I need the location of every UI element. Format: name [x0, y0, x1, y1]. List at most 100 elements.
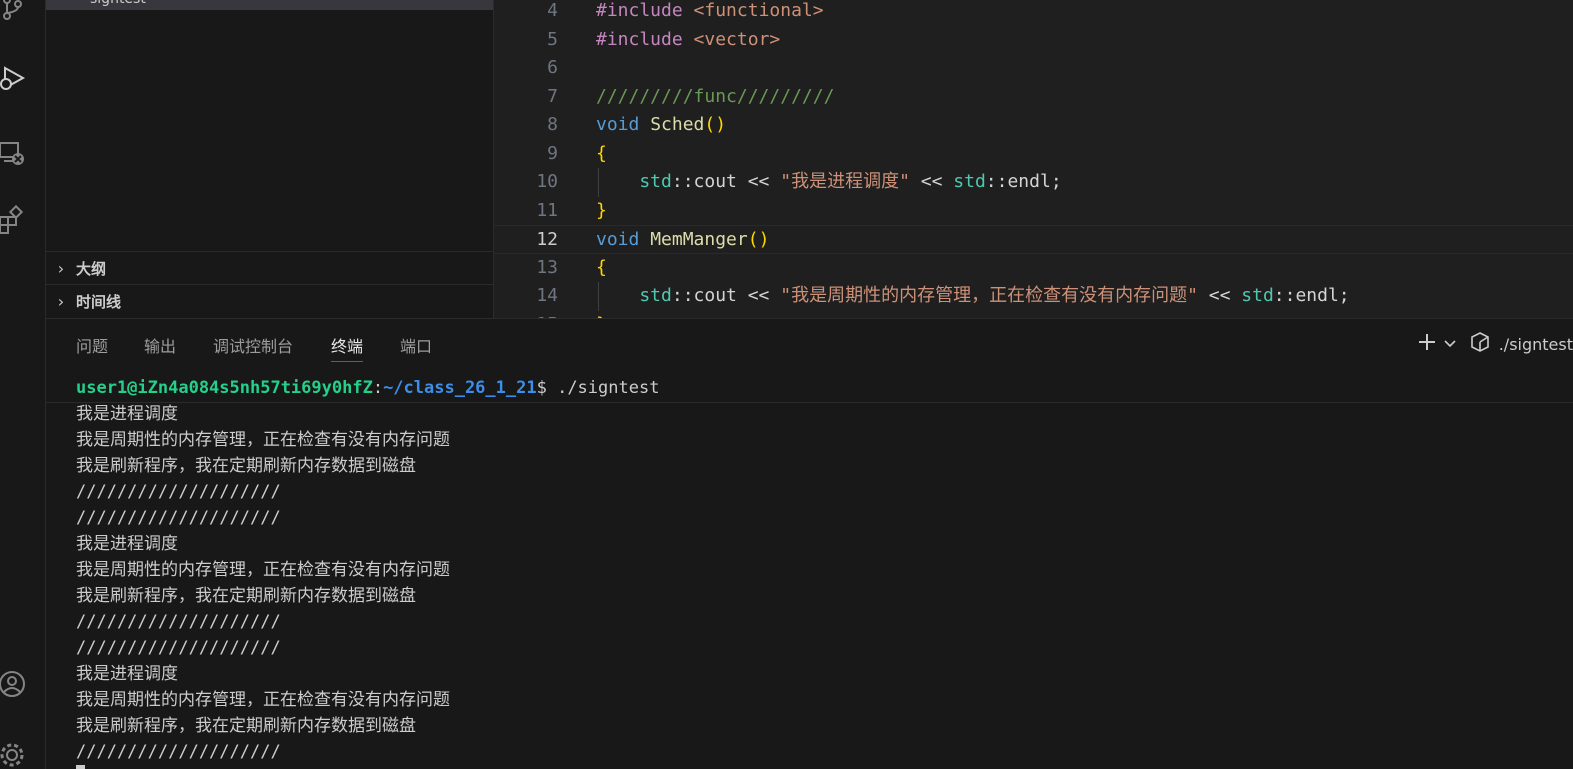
- terminal-output-line: 我是刷新程序，我在定期刷新内存数据到磁盘: [76, 586, 416, 606]
- code-token: std: [953, 171, 986, 192]
- code-token: <functional>: [693, 0, 824, 21]
- code-token: /////////func/////////: [596, 85, 835, 107]
- terminal-output-line: 我是进程调度: [76, 534, 178, 554]
- prompt-command: ./signtest: [557, 378, 660, 398]
- terminal-divider: [46, 402, 1573, 403]
- line-number: 13: [536, 256, 558, 278]
- line-number: 9: [547, 142, 558, 164]
- code-token: }: [596, 199, 607, 221]
- terminal-output-line: 我是周期性的内存管理，正在检查有没有内存问题: [76, 430, 450, 450]
- terminal-output-line: 我是刷新程序，我在定期刷新内存数据到磁盘: [76, 716, 416, 736]
- terminal-output[interactable]: user1@iZn4a084s5nh57ti69y0hfZ:~/class_26…: [76, 375, 1573, 769]
- line-number: 12: [536, 229, 558, 250]
- code-token: "我是周期性的内存管理，正在检查有没有内存问题": [780, 285, 1198, 306]
- code-line: 15}: [494, 311, 1573, 319]
- code-line: 12 void MemManger(): [494, 225, 1573, 254]
- code-line: 11}: [494, 197, 1573, 226]
- chevron-right-icon: ›: [57, 291, 65, 311]
- code-text: std::cout << "我是进程调度" << std::endl;: [596, 168, 1062, 197]
- tab-output[interactable]: 输出: [144, 333, 176, 361]
- line-number: 10: [536, 171, 558, 192]
- code-token: {: [596, 256, 607, 278]
- code-line: 4 #include <functional>: [494, 0, 1573, 26]
- code-token: ::endl;: [1273, 285, 1350, 306]
- code-token: #include: [596, 28, 694, 50]
- code-line: 13 {: [494, 254, 1573, 283]
- code-text: }: [596, 197, 607, 226]
- cursor-line: [76, 765, 1573, 769]
- code-token: (): [747, 229, 770, 250]
- extensions-icon[interactable]: [0, 200, 32, 240]
- code-editor[interactable]: 4 #include <functional> 5 #include <vector>…: [494, 0, 1573, 318]
- line-number: 14: [536, 285, 558, 306]
- account-icon[interactable]: [0, 664, 32, 704]
- terminal-output-line: 我是周期性的内存管理，正在检查有没有内存问题: [76, 690, 450, 710]
- terminal-name[interactable]: ./signtest: [1499, 335, 1573, 354]
- terminal-output-line: 我是周期性的内存管理，正在检查有没有内存问题: [76, 560, 450, 580]
- code-text: {: [596, 140, 607, 169]
- line-number: 4: [547, 0, 558, 21]
- code-line: 9{: [494, 140, 1573, 169]
- tab-debug-console[interactable]: 调试控制台: [213, 333, 293, 361]
- tab-ports[interactable]: 端口: [400, 333, 432, 361]
- code-line: 10 std::cout << "我是进程调度" << std::endl;: [494, 168, 1573, 197]
- outline-section-label: 大纲: [76, 259, 107, 278]
- line-number: 8: [547, 114, 558, 135]
- code-token: (): [704, 114, 727, 135]
- sidebar-item-signtest[interactable]: signtest: [46, 0, 493, 10]
- settings-gear-icon[interactable]: [0, 735, 32, 769]
- sidebar-item-label: signtest: [90, 0, 146, 7]
- sidebar: signtest › 大纲 › 时间线: [46, 0, 494, 318]
- code-line: 7 /////////func/////////: [494, 83, 1573, 112]
- chevron-down-icon[interactable]: [1439, 335, 1461, 354]
- code-line: 14 std::cout << "我是周期性的内存管理，正在检查有没有内存问题"…: [494, 282, 1573, 311]
- line-number: 6: [547, 57, 558, 78]
- terminal-output-line: 我是刷新程序，我在定期刷新内存数据到磁盘: [76, 456, 416, 476]
- terminal-output-line: ////////////////////: [76, 508, 281, 528]
- code-token: std: [596, 285, 672, 306]
- terminal-profile-icon: [1467, 331, 1493, 357]
- code-line: 8 void Sched(): [494, 111, 1573, 140]
- code-token: {: [596, 142, 607, 164]
- line-number: 5: [547, 28, 558, 50]
- terminal-output-line: ////////////////////: [76, 612, 281, 632]
- code-text: }: [596, 311, 607, 319]
- remote-explorer-icon[interactable]: [0, 134, 32, 174]
- timeline-section[interactable]: › 时间线: [46, 284, 493, 317]
- line-number: 7: [547, 85, 558, 107]
- bottom-panel: 问题 输出 调试控制台 终端 端口 ./signtest user1@iZn4a…: [46, 318, 1573, 769]
- prompt-separator: :: [372, 378, 384, 398]
- terminal-cursor: [76, 765, 85, 769]
- run-debug-icon[interactable]: [0, 58, 32, 98]
- code-token: std: [596, 171, 672, 192]
- tab-terminal[interactable]: 终端: [331, 333, 364, 362]
- outline-section[interactable]: › 大纲: [46, 251, 493, 284]
- code-token: <vector>: [693, 28, 781, 50]
- code-token: MemManger: [650, 229, 748, 250]
- source-control-icon[interactable]: [0, 0, 32, 28]
- code-token: "我是进程调度": [780, 171, 910, 192]
- code-token: ::endl;: [985, 171, 1062, 192]
- indent-guide: [598, 282, 599, 311]
- prompt-path: ~/class_26_1_21: [383, 378, 537, 398]
- line-number: 15: [494, 311, 558, 319]
- terminal-output-line: ////////////////////: [76, 482, 281, 502]
- code-text: #include <vector>: [596, 26, 780, 55]
- panel-actions: ./signtest: [1415, 329, 1573, 359]
- code-token: ::cout <<: [671, 285, 781, 306]
- panel-tabs: 问题 输出 调试控制台 终端 端口 ./signtest: [46, 319, 1573, 371]
- code-token: Sched: [650, 114, 705, 135]
- code-token: std: [1241, 285, 1274, 306]
- code-text: void MemManger(): [596, 226, 769, 255]
- terminal-output-line: ////////////////////: [76, 638, 281, 658]
- prompt-user: user1@iZn4a084s5nh57ti69y0hfZ: [76, 378, 373, 398]
- chevron-right-icon: ›: [57, 258, 65, 278]
- code-text: void Sched(): [596, 111, 726, 140]
- terminal-output-line: 我是进程调度: [76, 664, 178, 684]
- terminal-output-line: 我是进程调度: [76, 404, 178, 424]
- add-icon[interactable]: [1415, 332, 1439, 356]
- code-token: void: [596, 229, 651, 250]
- tab-problems[interactable]: 问题: [76, 333, 108, 361]
- timeline-section-label: 时间线: [76, 292, 122, 311]
- prompt-symbol: $: [536, 378, 558, 398]
